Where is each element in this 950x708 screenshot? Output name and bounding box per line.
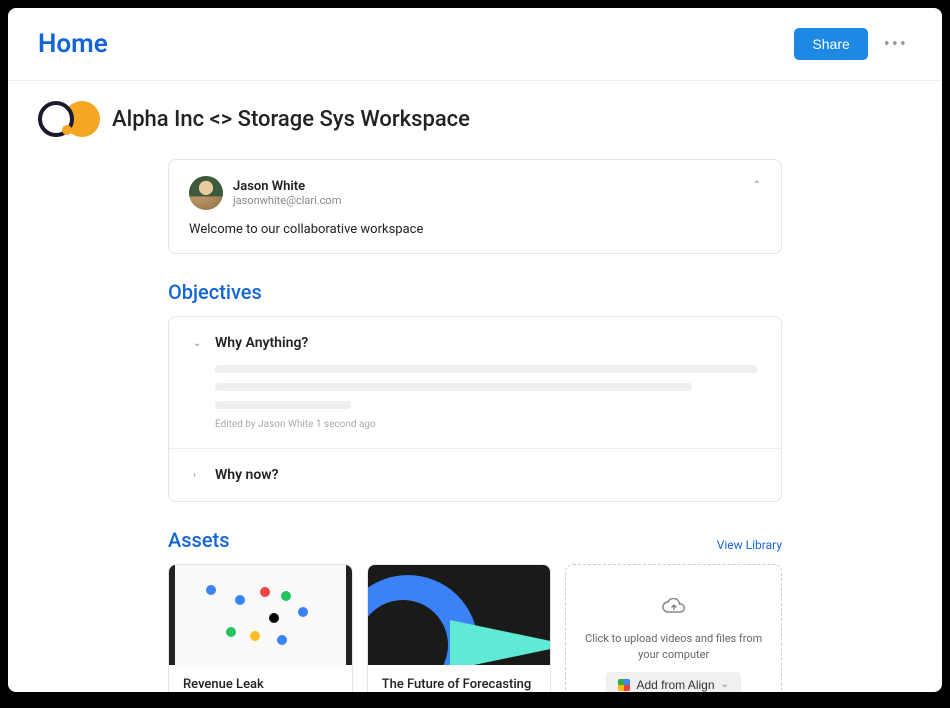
objective-title: Why now? [215, 467, 279, 483]
welcome-email: jasonwhite@clari.com [233, 194, 341, 207]
view-library-link[interactable]: View Library [717, 538, 782, 552]
welcome-name: Jason White [233, 179, 341, 194]
objectives-title: Objectives [168, 280, 262, 304]
align-icon [618, 679, 630, 691]
home-title[interactable]: Home [38, 29, 108, 59]
add-from-align-button[interactable]: Add from Align ⌄ [606, 672, 740, 692]
asset-card-forecasting[interactable]: The Future of Forecasting [367, 564, 552, 692]
align-button-label: Add from Align [636, 678, 714, 692]
workspace-logos [38, 101, 100, 137]
objective-title: Why Anything? [215, 335, 308, 351]
asset-title: The Future of Forecasting [382, 677, 537, 692]
objective-item-why-now: › Why now? [169, 448, 781, 501]
objective-placeholder [215, 365, 757, 409]
assets-title: Assets [168, 528, 230, 552]
objectives-card: ⌄ Why Anything? Edited by Jason White 1 … [168, 316, 782, 502]
objective-item-why-anything: ⌄ Why Anything? Edited by Jason White 1 … [169, 317, 781, 448]
assets-grid: Revenue Leak Assessment The Future of Fo… [168, 564, 782, 692]
welcome-header: Jason White jasonwhite@clari.com [189, 176, 761, 210]
workspace-header: Alpha Inc <> Storage Sys Workspace [8, 81, 942, 147]
more-icon[interactable]: ••• [880, 30, 912, 59]
welcome-card: Jason White jasonwhite@clari.com ⌃ Welco… [168, 159, 782, 254]
main-content: Jason White jasonwhite@clari.com ⌃ Welco… [8, 159, 942, 692]
logo-alpha-icon [38, 101, 74, 137]
asset-thumbnail [368, 565, 551, 665]
topbar-actions: Share ••• [794, 28, 912, 60]
asset-card-revenue[interactable]: Revenue Leak Assessment [168, 564, 353, 692]
objective-edit-meta: Edited by Jason White 1 second ago [215, 419, 757, 430]
share-button[interactable]: Share [794, 28, 867, 60]
chevron-down-icon: ⌄ [721, 679, 729, 690]
upload-hint: Click to upload videos and files from yo… [582, 631, 765, 662]
objective-toggle[interactable]: ⌄ Why Anything? [193, 335, 757, 351]
workspace-title: Alpha Inc <> Storage Sys Workspace [112, 107, 470, 132]
topbar: Home Share ••• [8, 8, 942, 81]
asset-title: Revenue Leak Assessment [183, 677, 338, 692]
avatar [189, 176, 223, 210]
cloud-upload-icon [662, 597, 686, 621]
chevron-right-icon: › [193, 470, 205, 481]
welcome-message: Welcome to our collaborative workspace [189, 222, 761, 237]
asset-thumbnail [169, 565, 352, 665]
chevron-down-icon: ⌄ [193, 338, 205, 349]
chevron-up-icon[interactable]: ⌃ [753, 180, 761, 191]
upload-card[interactable]: Click to upload videos and files from yo… [565, 564, 782, 692]
objective-toggle[interactable]: › Why now? [193, 467, 757, 483]
